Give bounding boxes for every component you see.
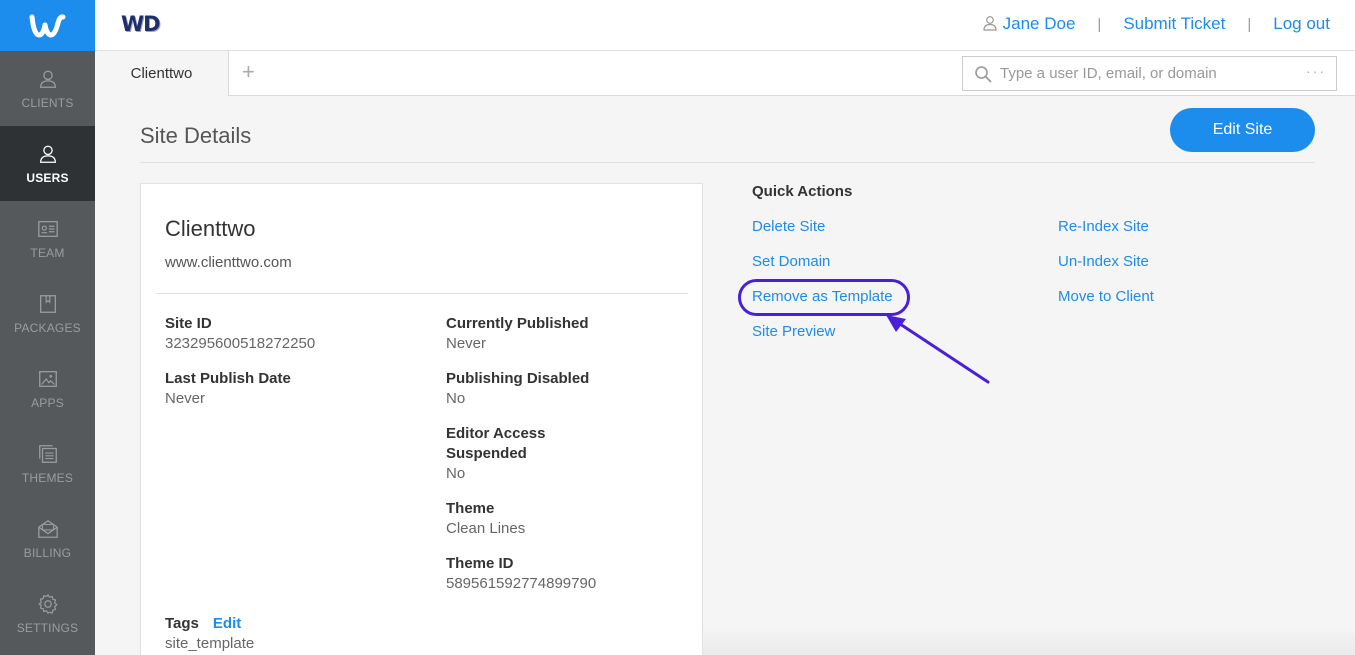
field-tags: Tags Edit site_template xyxy=(165,614,254,654)
sidebar-item-packages[interactable]: PACKAGES xyxy=(0,276,95,351)
site-details-card: Clienttwo www.clienttwo.com Site ID 3232… xyxy=(140,183,703,655)
field-value: Never xyxy=(446,335,487,352)
sidebar-item-label: USERS xyxy=(26,170,69,185)
field-label: Suspended xyxy=(446,445,527,462)
logout-link[interactable]: Log out xyxy=(1273,14,1330,34)
site-url: www.clienttwo.com xyxy=(165,254,292,271)
top-bar: WD Jane Doe | Submit Ticket | Log out xyxy=(95,0,1355,51)
field-site-id: Site ID 323295600518272250 xyxy=(165,314,315,354)
search-box[interactable]: ··· xyxy=(962,56,1337,91)
id-card-icon xyxy=(37,220,58,237)
add-tab-button[interactable]: + xyxy=(242,59,255,85)
sidebar-item-clients[interactable]: CLIENTS xyxy=(0,51,95,126)
field-label: Publishing Disabled xyxy=(446,370,590,387)
search-input[interactable] xyxy=(1000,65,1290,82)
sidebar-item-users[interactable]: USERS xyxy=(0,126,95,201)
edit-site-button[interactable]: Edit Site xyxy=(1170,108,1315,152)
field-last-publish-date: Last Publish Date Never xyxy=(165,369,291,409)
sidebar-item-label: THEMES xyxy=(21,470,74,485)
field-label: Last Publish Date xyxy=(165,370,291,387)
set-domain-link[interactable]: Set Domain xyxy=(752,253,830,270)
gear-icon xyxy=(37,593,58,614)
more-options-icon[interactable]: ··· xyxy=(1306,63,1326,79)
user-icon xyxy=(983,16,997,31)
site-preview-link[interactable]: Site Preview xyxy=(752,323,835,340)
field-editor-access-suspended: Editor Access Suspended No xyxy=(446,424,546,484)
field-value: 589561592774899790 xyxy=(446,575,597,592)
field-value: No xyxy=(446,465,466,482)
annotation-arrow-icon xyxy=(886,315,990,384)
sidebar-item-apps[interactable]: APPS xyxy=(0,351,95,426)
field-label: Theme xyxy=(446,500,495,517)
separator: | xyxy=(1097,15,1102,33)
sidebar-item-label: CLIENTS xyxy=(21,95,74,110)
sidebar-item-label: TEAM xyxy=(30,245,65,260)
quick-actions-title: Quick Actions xyxy=(752,183,853,200)
weebly-logo[interactable] xyxy=(0,0,95,51)
image-icon xyxy=(38,370,57,387)
package-icon xyxy=(39,294,56,313)
field-value: No xyxy=(446,390,466,407)
field-value: site_template xyxy=(165,635,255,652)
move-to-client-link[interactable]: Move to Client xyxy=(1058,288,1154,305)
brand-logo[interactable]: WD xyxy=(121,12,161,36)
field-theme: Theme Clean Lines xyxy=(446,499,525,539)
top-links: Jane Doe | Submit Ticket | Log out xyxy=(983,14,1330,34)
search-icon xyxy=(975,65,992,82)
field-label: Theme ID xyxy=(446,555,514,572)
field-currently-published: Currently Published Never xyxy=(446,314,589,354)
field-label: Currently Published xyxy=(446,315,589,332)
sidebar-item-team[interactable]: TEAM xyxy=(0,201,95,276)
layers-icon xyxy=(38,444,57,463)
weebly-w-icon xyxy=(29,13,65,37)
sidebar-item-label: SETTINGS xyxy=(16,620,79,635)
delete-site-link[interactable]: Delete Site xyxy=(752,218,825,235)
sidebar-item-label: PACKAGES xyxy=(14,320,81,335)
user-menu[interactable]: Jane Doe xyxy=(983,14,1076,34)
sidebar-item-settings[interactable]: SETTINGS xyxy=(0,576,95,651)
re-index-site-link[interactable]: Re-Index Site xyxy=(1058,218,1149,235)
field-label-row: Tags Edit xyxy=(165,614,254,634)
edit-tags-link[interactable]: Edit xyxy=(213,615,241,632)
page-title: Site Details xyxy=(140,123,252,148)
sidebar-item-billing[interactable]: BILLING xyxy=(0,501,95,576)
field-theme-id: Theme ID 589561592774899790 xyxy=(446,554,596,594)
tab-clienttwo[interactable]: Clienttwo xyxy=(95,51,229,96)
field-label: Tags xyxy=(165,615,199,632)
sidebar-item-themes[interactable]: THEMES xyxy=(0,426,95,501)
sidebar: CLIENTS USERS TEAM PACKAGES APPS THEMES … xyxy=(0,0,95,655)
card-divider xyxy=(156,293,688,294)
separator: | xyxy=(1247,15,1252,33)
field-value: Never xyxy=(165,390,206,407)
submit-ticket-link[interactable]: Submit Ticket xyxy=(1123,14,1225,34)
bottom-shade xyxy=(703,625,1355,655)
user-icon xyxy=(39,145,56,163)
un-index-site-link[interactable]: Un-Index Site xyxy=(1058,253,1149,270)
envelope-icon xyxy=(37,519,58,538)
divider xyxy=(140,162,1315,163)
field-publishing-disabled: Publishing Disabled No xyxy=(446,369,589,409)
field-value: Clean Lines xyxy=(446,520,526,537)
tab-bar: Clienttwo + ··· xyxy=(95,51,1355,96)
user-name: Jane Doe xyxy=(1002,14,1076,33)
sidebar-item-label: BILLING xyxy=(23,545,72,560)
site-name: Clienttwo xyxy=(165,216,256,241)
field-value: 323295600518272250 xyxy=(165,335,316,352)
field-label: Site ID xyxy=(165,315,212,332)
user-icon xyxy=(39,70,56,88)
field-label: Editor Access xyxy=(446,425,546,442)
sidebar-item-label: APPS xyxy=(31,395,64,410)
